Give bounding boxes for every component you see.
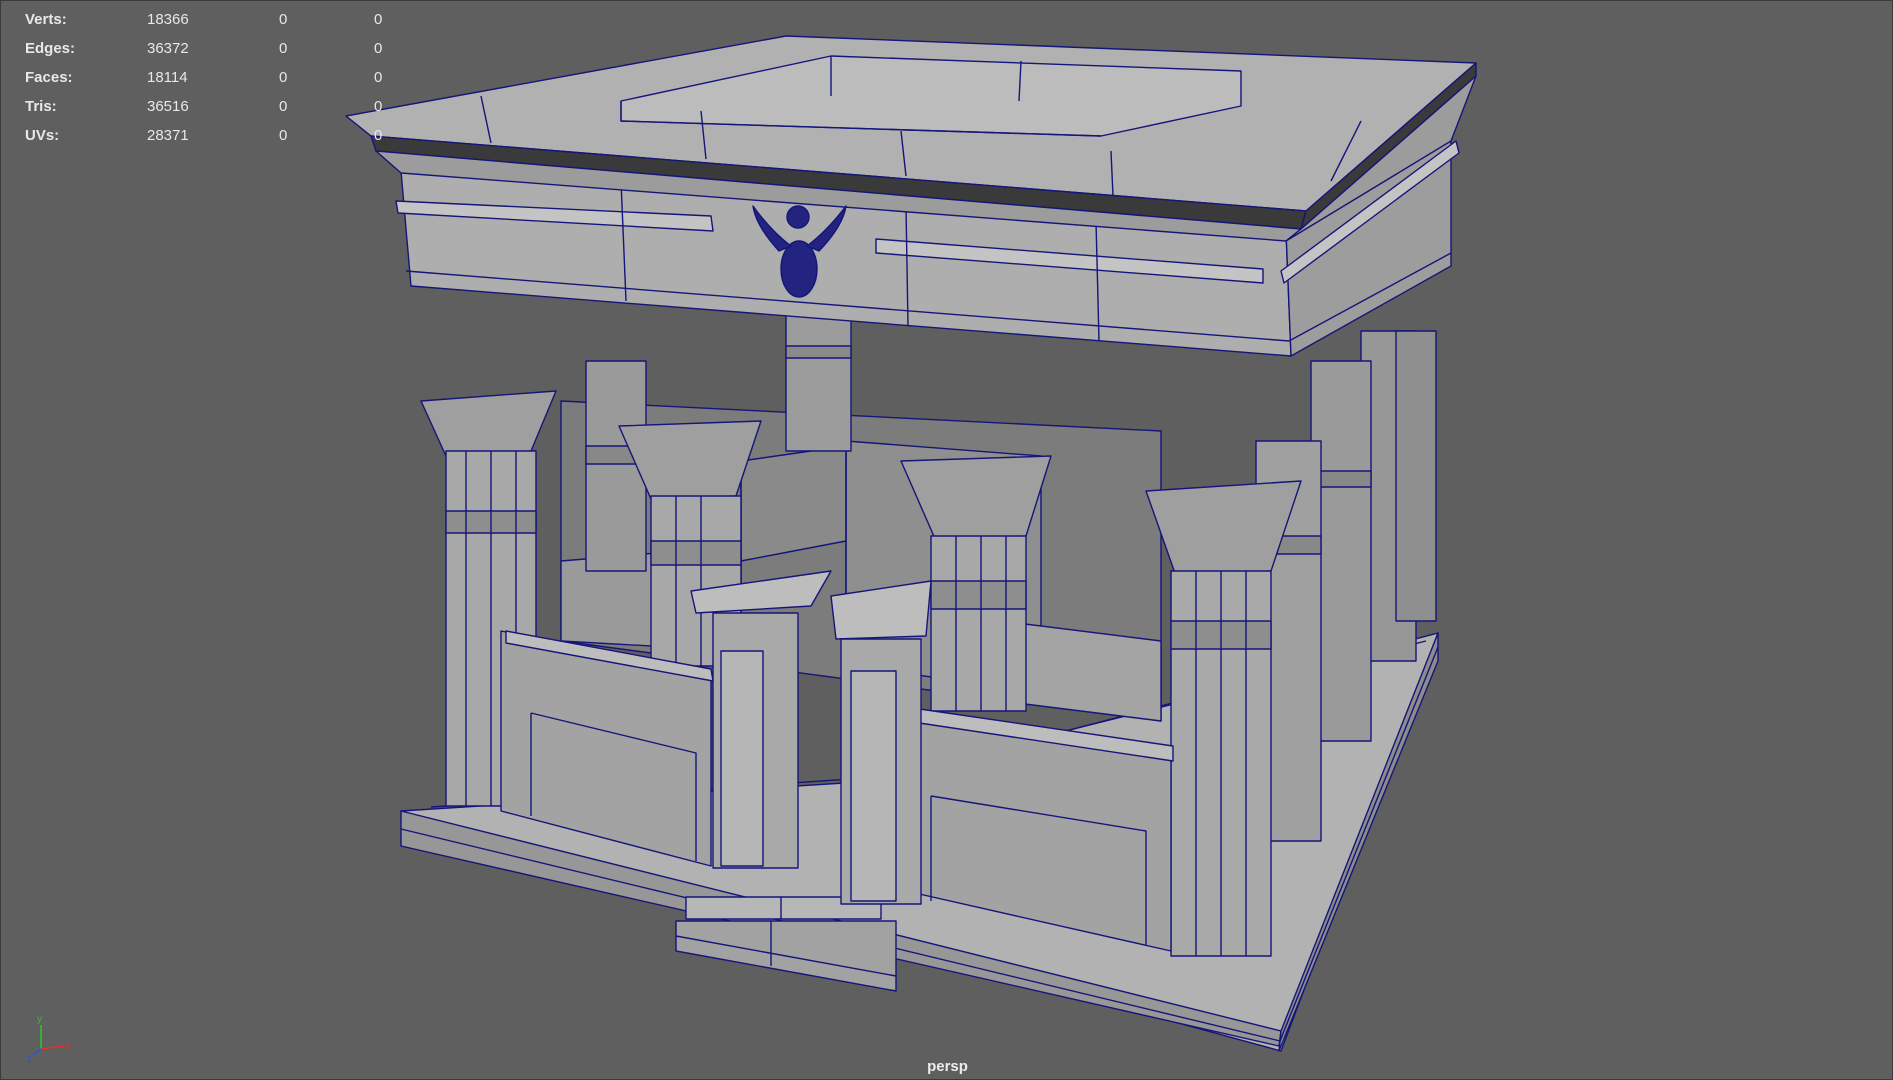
hud-label: Edges: xyxy=(25,40,76,57)
hud-label: UVs: xyxy=(25,127,60,144)
hud-value: 18366 xyxy=(147,11,189,28)
hud-triangle: 0 xyxy=(374,98,383,115)
axis-gizmo: y x z xyxy=(27,1014,70,1063)
hud-selected: 0 xyxy=(279,98,288,115)
hud-selected: 0 xyxy=(279,69,288,86)
hud-row-tris: Tris: 36516 0 0 xyxy=(25,92,414,121)
hud-row-verts: Verts: 18366 0 0 xyxy=(25,5,414,34)
hud-label: Tris: xyxy=(25,98,57,115)
camera-name-label: persp xyxy=(927,1058,968,1075)
hud-triangle: 0 xyxy=(374,127,383,144)
z-axis-line xyxy=(32,1048,42,1056)
hud-selected: 0 xyxy=(279,40,288,57)
hud-triangle: 0 xyxy=(374,11,383,28)
y-axis-label: y xyxy=(37,1014,42,1025)
hud-value: 18114 xyxy=(147,69,188,86)
hud-label: Verts: xyxy=(25,11,67,28)
front-steps[interactable] xyxy=(675,896,897,992)
viewport-panel[interactable]: Verts: 18366 0 0 Edges: 36372 0 0 Faces:… xyxy=(0,0,1893,1080)
temple-model-wireframe[interactable] xyxy=(1,1,1893,1080)
hud-label: Faces: xyxy=(25,69,73,86)
poly-count-hud: Verts: 18366 0 0 Edges: 36372 0 0 Faces:… xyxy=(25,5,414,150)
hud-row-uvs: UVs: 28371 0 0 xyxy=(25,121,414,150)
x-axis-line xyxy=(40,1045,64,1050)
hud-value: 28371 xyxy=(147,127,189,144)
hud-value: 36372 xyxy=(147,40,189,57)
hud-selected: 0 xyxy=(279,127,288,144)
hud-triangle: 0 xyxy=(374,40,383,57)
hud-row-edges: Edges: 36372 0 0 xyxy=(25,34,414,63)
hud-row-faces: Faces: 18114 0 0 xyxy=(25,63,414,92)
hud-value: 36516 xyxy=(147,98,189,115)
hud-triangle: 0 xyxy=(374,69,383,86)
x-axis-label: x xyxy=(65,1041,70,1052)
hud-selected: 0 xyxy=(279,11,288,28)
